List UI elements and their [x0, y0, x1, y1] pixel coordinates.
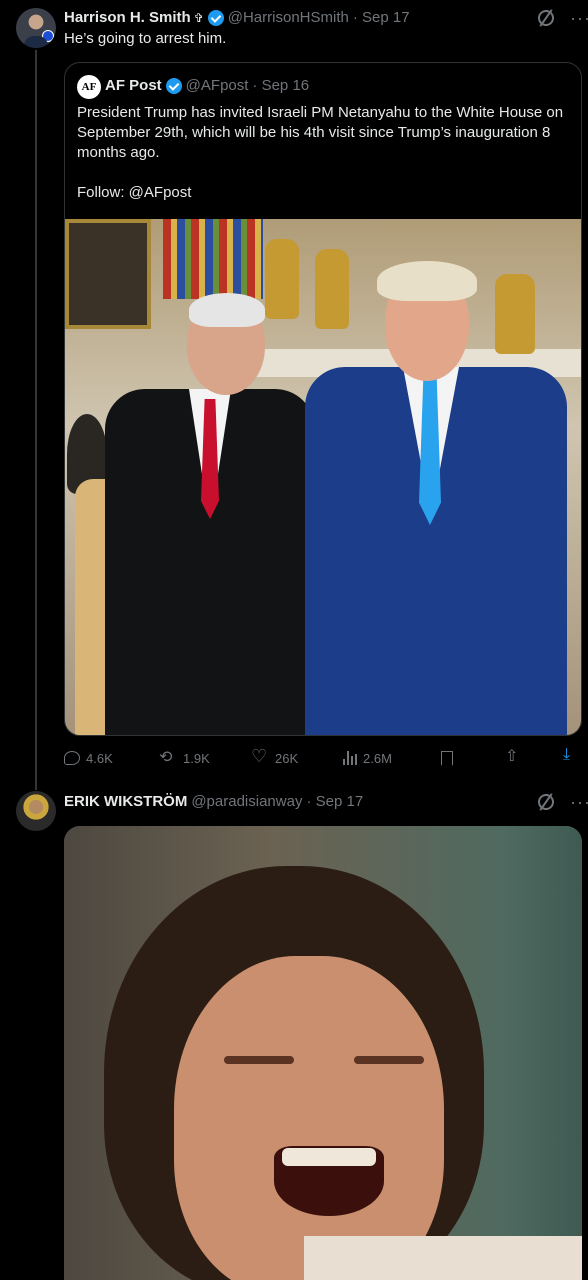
tweet-header: ERIK WIKSTRÖM @paradisianway · Sep 17 [64, 793, 363, 810]
quote-header: AF Post @AFpost · Sep 16 [105, 77, 309, 94]
quoted-tweet[interactable]: AF AF Post @AFpost · Sep 16 President Tr… [64, 62, 582, 736]
quote-author-name[interactable]: AF Post [105, 77, 162, 94]
quote-date[interactable]: · Sep 16 [252, 77, 309, 94]
reply-button[interactable]: 4.6K [64, 751, 113, 766]
views-button[interactable]: 2.6M [343, 751, 392, 766]
avatar[interactable] [16, 8, 56, 48]
like-count: 26K [275, 750, 299, 766]
author-handle[interactable]: @HarrisonHSmith [228, 9, 349, 26]
reply-icon [64, 751, 80, 765]
flags [163, 219, 263, 299]
verified-badge-icon [165, 77, 182, 94]
repost-button[interactable]: 1.9K [159, 747, 210, 767]
grok-icon[interactable] [538, 10, 554, 26]
flag-badge-icon [42, 30, 54, 42]
views-icon [343, 751, 357, 765]
share-button[interactable] [505, 746, 523, 767]
reply-count: 4.6K [86, 750, 113, 766]
repost-icon [159, 747, 177, 767]
download-icon [563, 746, 581, 767]
more-icon[interactable]: ··· [570, 9, 588, 27]
tweet-photo[interactable] [64, 826, 582, 1280]
tweet-header: Harrison H. Smith ✞ @HarrisonHSmith · Se… [64, 9, 410, 26]
like-button[interactable]: 26K [251, 746, 299, 767]
face [174, 956, 444, 1280]
tweet-date[interactable]: · Sep 17 [353, 9, 410, 26]
shirt [304, 1236, 582, 1280]
bookmark-button[interactable] [441, 750, 453, 766]
person-left [105, 289, 325, 735]
tweet-top-actions: ··· [538, 793, 588, 811]
action-bar: 4.6K 1.9K 26K 2.6M [64, 746, 582, 770]
tweet-text: He’s going to arrest him. [64, 30, 227, 47]
author-name[interactable]: Harrison H. Smith [64, 9, 191, 26]
repost-count: 1.9K [183, 750, 210, 766]
tweet-date[interactable]: · Sep 17 [306, 793, 363, 810]
author-name[interactable]: ERIK WIKSTRÖM [64, 793, 187, 810]
like-icon [251, 746, 269, 767]
eye [354, 1056, 424, 1064]
quote-avatar[interactable]: AF [77, 75, 101, 99]
download-button[interactable] [563, 746, 581, 767]
tweet-top-actions: ··· [538, 9, 588, 27]
eye [224, 1056, 294, 1064]
share-icon [505, 746, 523, 767]
more-icon[interactable]: ··· [570, 793, 588, 811]
quote-paragraph: President Trump has invited Israeli PM N… [77, 104, 564, 161]
cross-icon: ✞ [193, 10, 204, 25]
quote-photo[interactable] [65, 219, 581, 735]
teeth [282, 1148, 376, 1166]
views-count: 2.6M [363, 750, 392, 766]
quote-author-handle[interactable]: @AFpost [186, 77, 249, 94]
quote-text: President Trump has invited Israeli PM N… [77, 103, 567, 203]
quote-follow-line: Follow: @AFpost [77, 184, 192, 201]
verified-badge-icon [207, 9, 224, 26]
avatar[interactable] [16, 791, 56, 831]
thread-connector-line [35, 50, 37, 790]
grok-icon[interactable] [538, 794, 554, 810]
author-handle[interactable]: @paradisianway [191, 793, 302, 810]
person-right [305, 259, 581, 735]
bookmark-icon [441, 750, 453, 766]
